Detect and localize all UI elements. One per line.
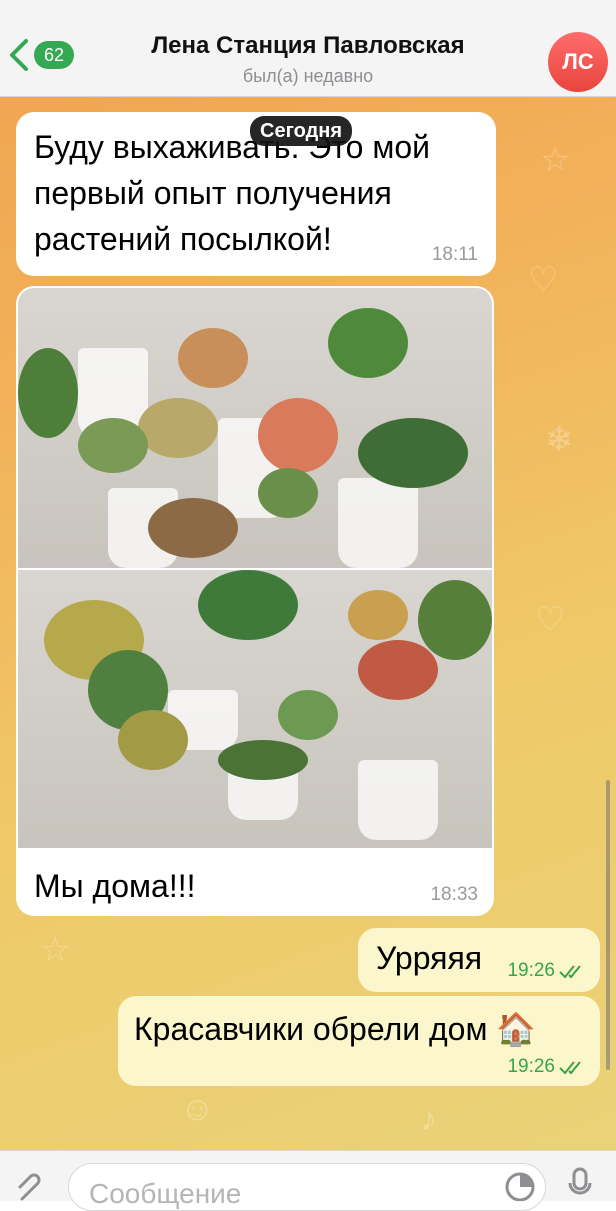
- sticker-icon[interactable]: [504, 1171, 536, 1201]
- message-time: 19:26: [507, 960, 555, 981]
- chat-header: 62 Лена Станция Павловская был(а) недавн…: [0, 0, 616, 97]
- date-pill: Сегодня: [250, 116, 353, 146]
- double-check-icon: [559, 1061, 581, 1075]
- plant-photo[interactable]: [18, 288, 492, 568]
- composer-bar: Сообщение: [0, 1150, 616, 1211]
- message-time-status: 19:26: [507, 1056, 586, 1078]
- smiley-doodle-icon: ☺: [180, 1090, 215, 1128]
- chat-title[interactable]: Лена Станция Павловская: [0, 32, 616, 60]
- note-doodle-icon: ♪: [420, 1100, 437, 1138]
- message-time: 18:11: [431, 244, 478, 265]
- snowflake-doodle-icon: ❄: [545, 421, 574, 459]
- heart-doodle-icon: ♡: [535, 601, 566, 639]
- message-time-status: 19:26: [507, 960, 586, 982]
- message-time: 18:33: [430, 884, 478, 905]
- chat-status: был(а) недавно: [242, 66, 374, 86]
- message-text: Мы дома!!!: [34, 868, 196, 904]
- paperclip-icon[interactable]: [16, 1171, 48, 1201]
- avatar[interactable]: ЛС: [548, 32, 608, 92]
- message-bubble-incoming[interactable]: Мы дома!!! 18:33: [16, 286, 494, 916]
- star-doodle-icon: ☆: [540, 141, 571, 179]
- message-text: Красавчики обрели дом 🏠: [134, 1011, 537, 1047]
- message-bubble-outgoing[interactable]: Красавчики обрели дом 🏠 19:26: [118, 996, 600, 1086]
- microphone-icon[interactable]: [568, 1167, 592, 1201]
- double-check-icon: [559, 965, 581, 979]
- plant-photo[interactable]: [18, 570, 492, 848]
- message-input[interactable]: Сообщение: [68, 1163, 546, 1211]
- message-time: 19:26: [507, 1056, 555, 1077]
- star-doodle-icon: ☆: [40, 931, 71, 969]
- message-bubble-outgoing[interactable]: Урряяя 19:26: [358, 928, 600, 992]
- heart-doodle-icon: ♡: [528, 261, 559, 299]
- chat-scrollbar[interactable]: [606, 780, 610, 1070]
- message-text: Урряяя: [376, 940, 483, 976]
- message-input-placeholder: Сообщение: [89, 1178, 242, 1209]
